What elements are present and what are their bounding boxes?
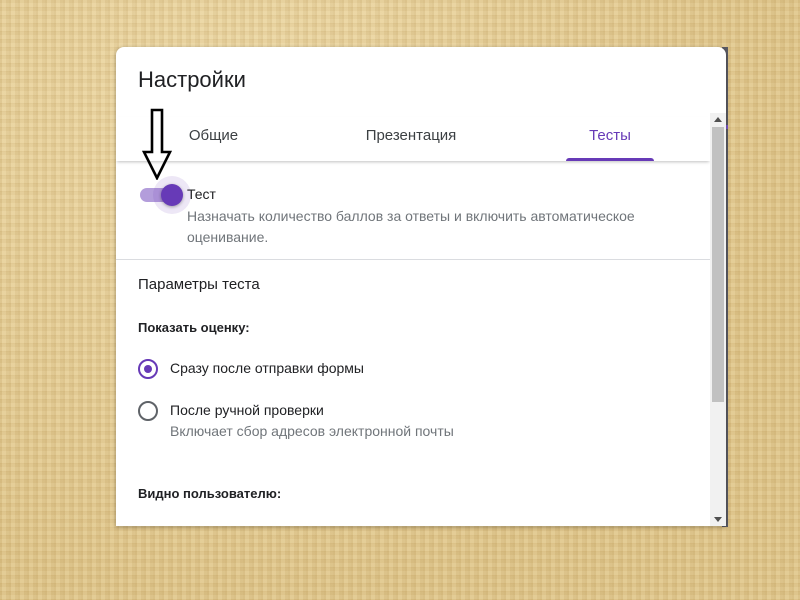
release-immediately-option[interactable]: Сразу после отправки формы bbox=[138, 359, 698, 383]
release-grade-heading: Показать оценку: bbox=[138, 320, 250, 335]
tab-general[interactable]: Общие bbox=[156, 117, 271, 161]
release-later-description: Включает сбор адресов электронной почты bbox=[170, 423, 454, 439]
quiz-toggle-row: Тест Назначать количество баллов за отве… bbox=[116, 176, 710, 260]
radio-checked-icon bbox=[138, 359, 158, 379]
settings-dialog: Настройки Общие Презентация Тесты Тест Н… bbox=[116, 47, 726, 526]
scroll-down-icon[interactable] bbox=[714, 517, 722, 522]
switch-thumb bbox=[161, 184, 183, 206]
release-immediately-label: Сразу после отправки формы bbox=[170, 360, 364, 376]
active-tab-indicator bbox=[566, 158, 654, 161]
settings-tabs: Общие Презентация Тесты bbox=[116, 117, 710, 161]
radio-unchecked-icon bbox=[138, 401, 158, 421]
make-quiz-label: Тест bbox=[187, 186, 216, 202]
release-later-label: После ручной проверки bbox=[170, 402, 324, 418]
tab-quizzes[interactable]: Тесты bbox=[566, 117, 654, 161]
scroll-up-icon[interactable] bbox=[714, 117, 722, 122]
respondent-can-see-heading: Видно пользователю: bbox=[138, 486, 282, 501]
tab-quizzes-label: Тесты bbox=[589, 127, 631, 144]
make-quiz-description: Назначать количество баллов за ответы и … bbox=[187, 208, 635, 245]
release-later-option[interactable]: После ручной проверки Включает сбор адре… bbox=[138, 401, 698, 445]
tab-presentation[interactable]: Презентация bbox=[331, 117, 491, 161]
make-quiz-switch[interactable] bbox=[138, 176, 191, 214]
scrollbar-thumb[interactable] bbox=[712, 127, 724, 402]
dialog-scrollbar[interactable] bbox=[710, 113, 726, 526]
dialog-title: Настройки bbox=[138, 67, 246, 92]
quiz-options-title: Параметры теста bbox=[138, 276, 260, 293]
